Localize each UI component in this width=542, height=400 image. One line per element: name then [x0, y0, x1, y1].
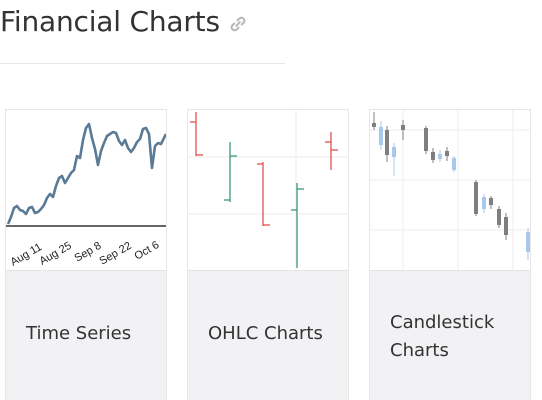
candlestick [385, 126, 389, 162]
ohlc-chart [188, 110, 348, 270]
page-heading: Financial Charts [0, 2, 248, 40]
candlestick [401, 120, 405, 140]
candlestick [474, 180, 478, 216]
candlestick-thumbnail [370, 110, 530, 271]
card-label: OHLC Charts [208, 323, 323, 344]
candlestick [526, 228, 530, 260]
candlestick [392, 143, 396, 176]
card-ohlc-charts[interactable]: OHLC Charts [187, 109, 349, 400]
page: Financial Charts Aug 11 Aug 25 Sep 8 Sep… [0, 0, 542, 400]
time-series-line [6, 122, 166, 225]
candlestick [489, 196, 493, 209]
ohlc-thumbnail [188, 110, 348, 271]
candlestick [438, 150, 442, 162]
card-time-series[interactable]: Aug 11 Aug 25 Sep 8 Sep 22 Oct 6 Time Se… [5, 109, 167, 400]
time-series-thumbnail: Aug 11 Aug 25 Sep 8 Sep 22 Oct 6 [6, 110, 166, 271]
ohlc-bar [224, 142, 237, 202]
candlestick [379, 121, 383, 150]
heading-divider [0, 63, 285, 64]
candlestick [445, 147, 449, 161]
time-series-chart: Aug 11 Aug 25 Sep 8 Sep 22 Oct 6 [6, 122, 166, 269]
page-title: Financial Charts [0, 4, 220, 38]
candlestick [497, 206, 501, 228]
x-tick-label: Aug 25 [38, 240, 74, 268]
candlestick [372, 112, 376, 130]
ohlc-bar [190, 112, 203, 156]
candlestick [482, 194, 486, 213]
card-candlestick-charts[interactable]: Candlestick Charts [369, 109, 531, 400]
candlestick [431, 148, 435, 163]
x-tick-label: Sep 22 [98, 240, 134, 268]
x-tick-label: Aug 11 [9, 241, 44, 268]
ohlc-bar [257, 162, 270, 226]
ohlc-bar [325, 132, 338, 170]
card-label: Time Series [26, 323, 132, 344]
candlestick [424, 126, 428, 154]
candlestick [452, 156, 456, 172]
ohlc-bar [291, 183, 304, 268]
link-icon[interactable] [228, 14, 248, 34]
card-label: Candlestick Charts [390, 312, 495, 361]
candlestick [504, 213, 508, 240]
x-tick-label: Oct 6 [133, 239, 162, 263]
candlestick-chart [370, 110, 530, 270]
